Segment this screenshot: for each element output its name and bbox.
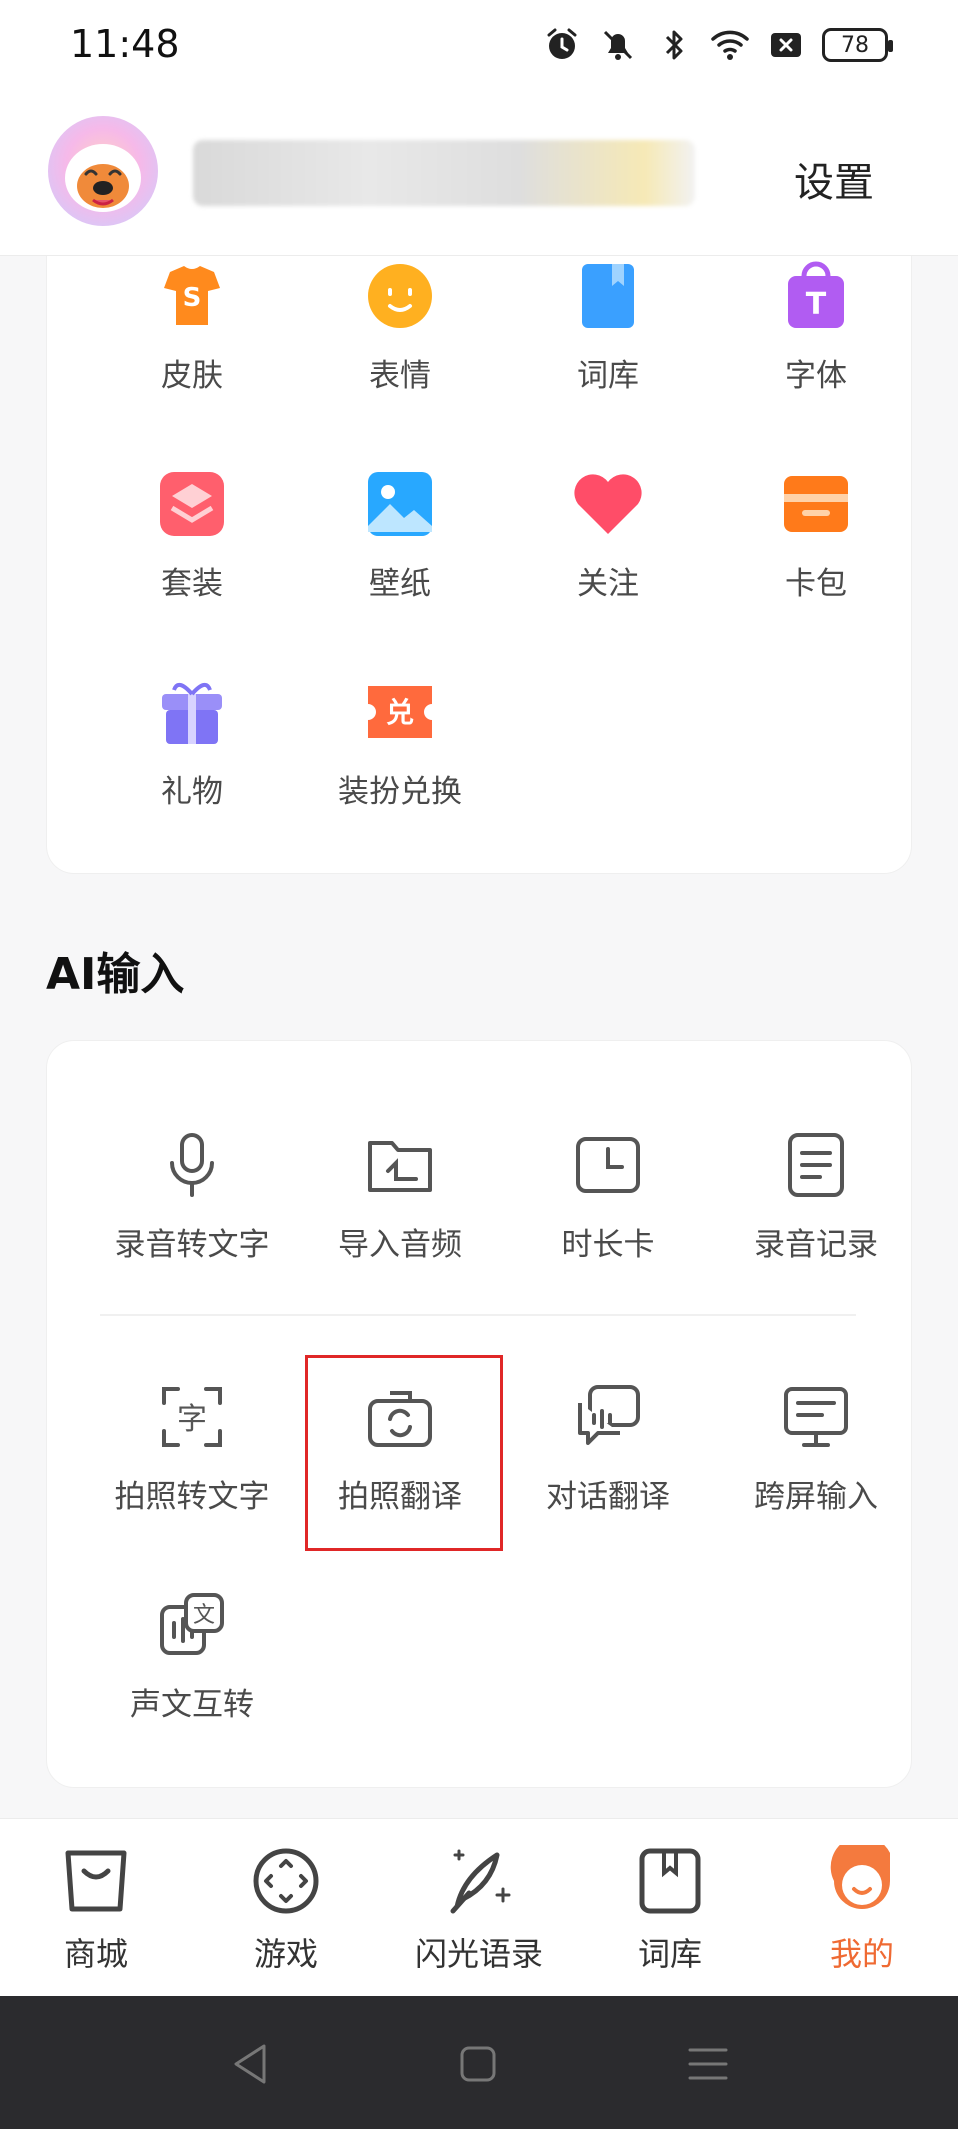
shop-bag-icon bbox=[56, 1841, 136, 1921]
mute-bell-icon bbox=[598, 25, 638, 65]
decor-item-skin[interactable]: S 皮肤 bbox=[87, 256, 297, 395]
redeem-ticket-icon: 兑 bbox=[360, 672, 440, 752]
decor-item-suit[interactable]: 套装 bbox=[87, 464, 297, 603]
folder-icon bbox=[360, 1125, 440, 1205]
font-bag-icon: T bbox=[776, 256, 856, 336]
heart-icon bbox=[568, 464, 648, 544]
alarm-icon bbox=[542, 25, 582, 65]
status-bar: 11:48 78 bbox=[0, 0, 958, 88]
ai-item-dialog-translate[interactable]: 对话翻译 bbox=[503, 1377, 713, 1516]
svg-text:兑: 兑 bbox=[386, 696, 414, 729]
ai-item-cross-screen-input[interactable]: 跨屏输入 bbox=[711, 1377, 921, 1516]
tab-mine[interactable]: 我的 bbox=[766, 1841, 958, 1975]
feather-icon bbox=[439, 1841, 519, 1921]
shirt-icon: S bbox=[152, 256, 232, 336]
decor-item-redeem[interactable]: 兑 装扮兑换 bbox=[295, 672, 505, 811]
decor-card: S 皮肤 表情 词库 T 字体 套装 壁纸 关注 卡包 礼物 兑 装扮兑换 bbox=[46, 256, 912, 874]
ai-item-record-history[interactable]: 录音记录 bbox=[711, 1125, 921, 1264]
decor-item-card-wallet[interactable]: 卡包 bbox=[711, 464, 921, 603]
username-blurred bbox=[193, 140, 695, 206]
microphone-icon bbox=[152, 1125, 232, 1205]
profile-header: 设置 bbox=[0, 88, 958, 256]
wallpaper-icon bbox=[360, 464, 440, 544]
ai-item-duration-card[interactable]: 时长卡 bbox=[503, 1125, 713, 1264]
book-icon bbox=[568, 256, 648, 336]
bluetooth-icon bbox=[654, 25, 694, 65]
status-time: 11:48 bbox=[70, 22, 180, 66]
no-sim-icon bbox=[766, 25, 806, 65]
svg-text:字: 字 bbox=[177, 1402, 207, 1437]
decor-item-lexicon[interactable]: 词库 bbox=[503, 256, 713, 395]
scan-text-icon: 字 bbox=[152, 1377, 232, 1457]
ai-item-voice-text-convert[interactable]: 文 声文互转 bbox=[87, 1585, 297, 1724]
ai-card-divider bbox=[100, 1314, 856, 1316]
clock-card-icon bbox=[568, 1125, 648, 1205]
chat-translate-icon bbox=[568, 1377, 648, 1457]
system-nav-bar bbox=[0, 1996, 958, 2129]
svg-text:文: 文 bbox=[193, 1603, 215, 1628]
decor-item-wallpaper[interactable]: 壁纸 bbox=[295, 464, 505, 603]
avatar[interactable] bbox=[48, 116, 158, 226]
suit-icon bbox=[152, 464, 232, 544]
status-icons: 78 bbox=[542, 24, 893, 66]
voice-text-convert-icon: 文 bbox=[152, 1585, 232, 1665]
bottom-tab-bar: 商城 游戏 闪光语录 词库 我的 bbox=[0, 1818, 958, 1996]
gift-icon bbox=[152, 672, 232, 752]
recents-menu-icon[interactable] bbox=[680, 2036, 736, 2092]
tab-games[interactable]: 游戏 bbox=[190, 1841, 382, 1975]
emoji-icon bbox=[360, 256, 440, 336]
tab-shop[interactable]: 商城 bbox=[0, 1841, 192, 1975]
decor-item-follow[interactable]: 关注 bbox=[503, 464, 713, 603]
profile-face-icon bbox=[822, 1841, 902, 1921]
decor-item-gift[interactable]: 礼物 bbox=[87, 672, 297, 811]
bookmark-book-icon bbox=[630, 1841, 710, 1921]
document-icon bbox=[776, 1125, 856, 1205]
ai-item-photo-to-text[interactable]: 字 拍照转文字 bbox=[87, 1377, 297, 1516]
ai-item-record-to-text[interactable]: 录音转文字 bbox=[87, 1125, 297, 1264]
tab-lexicon[interactable]: 词库 bbox=[574, 1841, 766, 1975]
wifi-icon bbox=[710, 25, 750, 65]
card-wallet-icon bbox=[776, 464, 856, 544]
monitor-icon bbox=[776, 1377, 856, 1457]
ai-item-import-audio[interactable]: 导入音频 bbox=[295, 1125, 505, 1264]
decor-item-emoji[interactable]: 表情 bbox=[295, 256, 505, 395]
tab-flash-quotes[interactable]: 闪光语录 bbox=[383, 1841, 575, 1975]
home-icon[interactable] bbox=[450, 2036, 506, 2092]
highlight-annotation-box bbox=[305, 1355, 503, 1551]
svg-text:S: S bbox=[183, 283, 202, 313]
settings-button[interactable]: 设置 bbox=[794, 150, 874, 208]
battery-icon: 78 bbox=[822, 28, 893, 62]
game-icon bbox=[246, 1841, 326, 1921]
decor-item-font[interactable]: T 字体 bbox=[711, 256, 921, 395]
back-icon[interactable] bbox=[222, 2036, 278, 2092]
svg-text:T: T bbox=[806, 287, 827, 322]
section-title-ai: AI输入 bbox=[46, 949, 185, 1000]
